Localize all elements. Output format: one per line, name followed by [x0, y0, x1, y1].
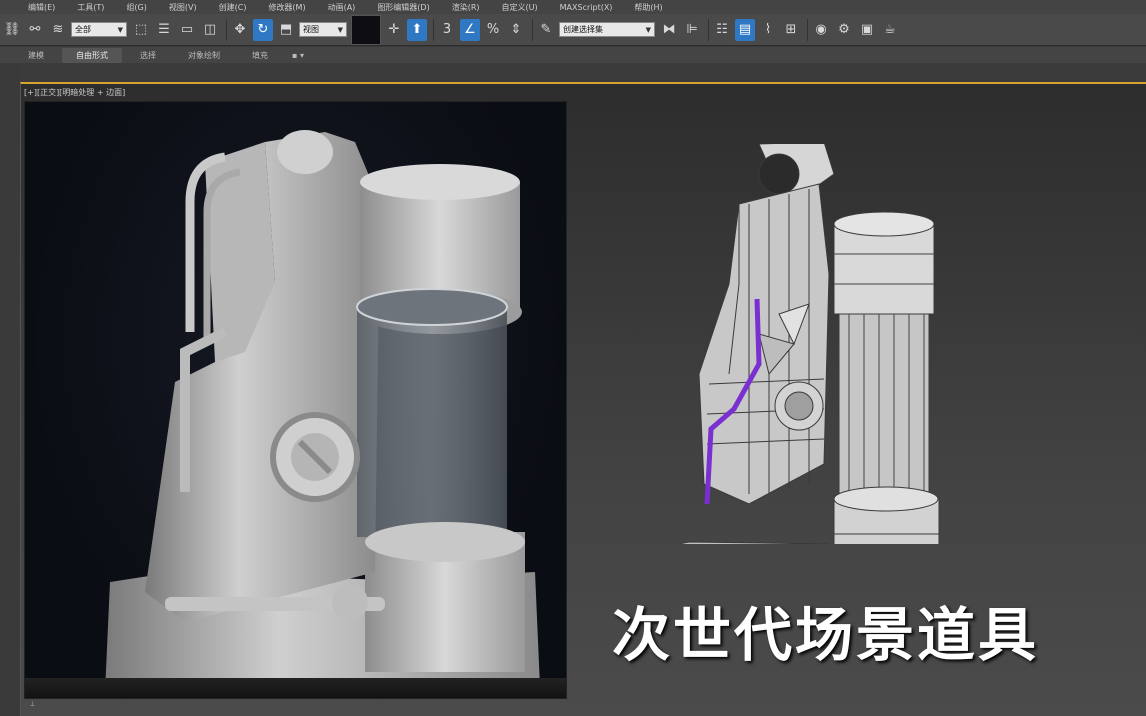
wireframe-illustration [653, 141, 940, 615]
scene-explorer-icon[interactable]: ▤ [735, 18, 755, 41]
menu-view[interactable]: 视图(V) [169, 2, 197, 13]
select-manipulate-icon[interactable]: ⬆ [407, 18, 427, 41]
toolbar-divider [532, 18, 533, 41]
menu-bar: 编辑(E) 工具(T) 组(G) 视图(V) 创建(C) 修改器(M) 动画(A… [0, 0, 1146, 14]
menu-graph-editors[interactable]: 图形编辑器(D) [377, 2, 429, 13]
tab-selection[interactable]: 选择 [126, 48, 170, 63]
render-production-icon[interactable]: ☕ [880, 19, 900, 41]
material-editor-icon[interactable]: ◉ [811, 19, 831, 41]
menu-create[interactable]: 创建(C) [219, 2, 247, 13]
menu-animation[interactable]: 动画(A) [328, 2, 356, 13]
tab-populate[interactable]: 填充 [238, 48, 282, 63]
reference-coord-value: 视图 [303, 25, 319, 34]
wireframe-model[interactable] [629, 141, 949, 615]
menu-edit[interactable]: 编辑(E) [28, 2, 55, 13]
tab-freeform[interactable]: 自由形式 [62, 47, 122, 63]
rendered-prop-illustration [105, 130, 540, 692]
select-object-icon[interactable]: ⬚ [131, 19, 151, 41]
snap-3d-icon[interactable]: 3 [437, 19, 457, 41]
unlink-icon[interactable]: ⚯ [25, 19, 45, 41]
viewport-label[interactable]: [+][正交][明暗处理 + 边面] [24, 87, 125, 98]
tab-object-paint[interactable]: 对象绘制 [174, 48, 234, 63]
render-setup-icon[interactable]: ⚙ [834, 19, 854, 41]
menu-rendering[interactable]: 渲染(R) [452, 2, 480, 13]
toolbar-divider [433, 18, 434, 41]
percent-snap-icon[interactable]: % [483, 19, 503, 41]
tab-modeling[interactable]: 建模 [14, 48, 58, 63]
chevron-down-icon: ▼ [117, 25, 123, 34]
menu-group[interactable]: 组(G) [126, 2, 146, 13]
align-icon[interactable]: ⊫ [682, 19, 702, 41]
menu-maxscript[interactable]: MAXScript(X) [560, 3, 613, 12]
edit-named-selection-icon[interactable]: ✎ [536, 19, 556, 41]
menu-customize[interactable]: 自定义(U) [502, 2, 538, 13]
schematic-view-icon[interactable]: ⊞ [781, 19, 801, 41]
scale-icon[interactable]: ⬒ [276, 19, 296, 41]
toolbar-divider [807, 18, 808, 41]
selection-filter-dropdown[interactable]: 全部 ▼ [71, 22, 127, 37]
toolbar-divider [226, 18, 227, 41]
select-by-name-icon[interactable]: ☰ [154, 19, 174, 41]
window-crossing-icon[interactable]: ◫ [200, 19, 220, 41]
angle-snap-icon[interactable]: ∠ [460, 18, 480, 41]
rendered-frame-window-icon[interactable]: ▣ [857, 19, 877, 41]
render-preview-image [24, 101, 567, 699]
move-icon[interactable]: ✥ [230, 19, 250, 41]
link-icon[interactable]: ⛓ [2, 19, 22, 41]
named-selection-dropdown[interactable]: 创建选择集 ▼ [559, 22, 655, 37]
rectangle-selection-icon[interactable]: ▭ [177, 19, 197, 41]
left-gutter [0, 63, 20, 716]
menu-modifiers[interactable]: 修改器(M) [268, 2, 305, 13]
curve-editor-icon[interactable]: ⌇ [758, 19, 778, 41]
rotate-icon[interactable]: ↻ [253, 18, 273, 41]
reference-coord-dropdown[interactable]: 视图 ▼ [299, 22, 347, 37]
main-toolbar: ⛓ ⚯ ≋ 全部 ▼ ⬚ ☰ ▭ ◫ ✥ ↻ ⬒ 视图 ▼ ✛ ⬆ 3 ∠ % … [0, 14, 1146, 46]
axis-gizmo-icon: ⟂ [30, 700, 35, 708]
mirror-icon[interactable]: ⧓ [659, 19, 679, 41]
overlay-caption: 次世代场景道具 [612, 601, 1040, 669]
bind-space-warp-icon[interactable]: ≋ [48, 19, 68, 41]
ribbon-options-icon[interactable]: ▪ ▾ [286, 51, 310, 60]
menu-help[interactable]: 帮助(H) [634, 2, 662, 13]
ribbon-tabs: 建模 自由形式 选择 对象绘制 填充 ▪ ▾ [0, 47, 1146, 63]
pivot-center-icon[interactable]: ✛ [384, 19, 404, 41]
chevron-down-icon: ▼ [337, 25, 343, 34]
menu-tools[interactable]: 工具(T) [77, 2, 104, 13]
chevron-down-icon: ▼ [645, 25, 651, 34]
render-floor [25, 678, 566, 698]
spinner-snap-icon[interactable]: ⇕ [506, 19, 526, 41]
named-selection-value: 创建选择集 [563, 25, 603, 34]
toolbar-divider [708, 18, 709, 41]
layer-manager-icon[interactable]: ☷ [712, 19, 732, 41]
selection-filter-value: 全部 [75, 25, 91, 34]
color-swatch[interactable] [351, 14, 381, 45]
